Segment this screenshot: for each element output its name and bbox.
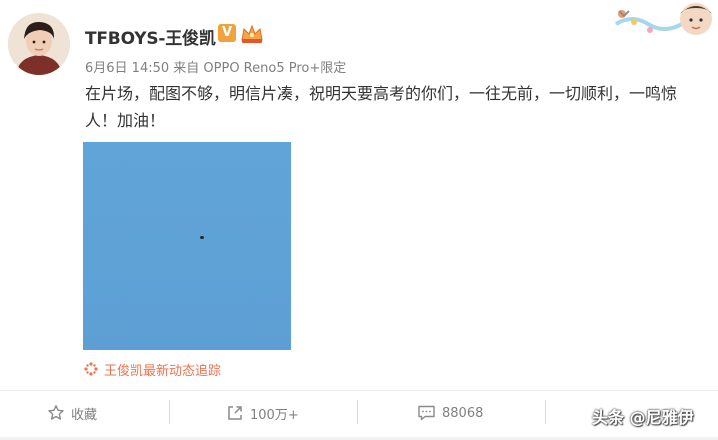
verified-badge: V: [218, 24, 236, 42]
post-text: 在片场，配图不够，明信片凑，祝明天要高考的你们，一往无前，一切顺利，一鸣惊人！加…: [85, 84, 678, 130]
chevron-down-icon[interactable]: [616, 8, 632, 20]
comment-count: 88068: [442, 405, 484, 421]
weibo-post-card: TFBOYS-王俊凯 V 6月6日 14:50 来自 OPPO Reno5 Pr…: [0, 0, 718, 440]
favorite-label: 收藏: [71, 407, 98, 423]
action-separator: [545, 400, 546, 424]
action-separator: [357, 400, 358, 424]
avatar[interactable]: [8, 13, 70, 75]
repost-button[interactable]: 100万+: [226, 403, 299, 423]
watermark: 头条 @尼雅伊: [592, 408, 694, 427]
comment-icon: [418, 405, 435, 421]
star-icon: [48, 405, 64, 420]
author-name[interactable]: TFBOYS-王俊凯: [85, 24, 216, 49]
bird-speck: [200, 236, 204, 239]
dynamic-tracker-link[interactable]: 王俊凯最新动态追踪: [83, 360, 222, 379]
comment-button[interactable]: 88068: [417, 403, 483, 423]
divider: [0, 390, 718, 391]
post-meta: 6月6日 14:50 来自 OPPO Reno5 Pro+限定: [85, 61, 347, 76]
post-image[interactable]: [83, 142, 291, 350]
repost-count: 100万+: [250, 407, 299, 423]
crown-badge-icon: [241, 24, 263, 43]
action-separator: [169, 400, 170, 424]
sparkle-icon: [84, 362, 98, 376]
favorite-button[interactable]: 收藏: [47, 403, 97, 423]
tracker-label: 王俊凯最新动态追踪: [104, 363, 222, 379]
share-icon: [228, 406, 242, 420]
